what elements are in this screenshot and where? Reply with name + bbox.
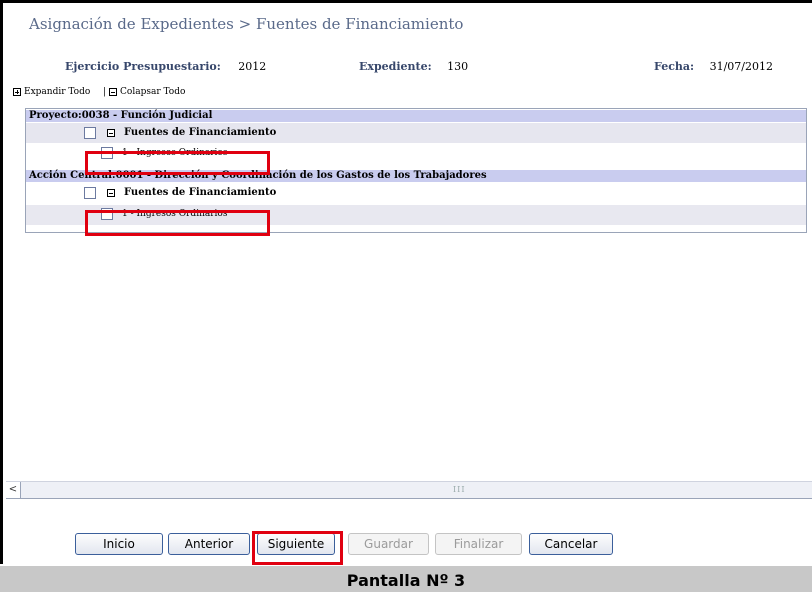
group-checkbox[interactable] (84, 127, 96, 139)
group-checkbox[interactable] (84, 187, 96, 199)
fecha-value: 31/07/2012 (709, 60, 773, 73)
collapse-node-icon[interactable] (107, 129, 115, 137)
collapse-node-icon[interactable] (107, 189, 115, 197)
expediente-label: Expediente: (359, 60, 432, 73)
horizontal-scrollbar[interactable]: < III (6, 481, 812, 499)
scroll-grip-icon[interactable]: III (453, 485, 465, 494)
tree-node-header: Proyecto:0038 - Función Judicial (26, 110, 806, 122)
separator: | (103, 87, 107, 97)
plus-box-icon (13, 88, 21, 96)
highlight-box (85, 151, 270, 175)
guardar-button[interactable]: Guardar (348, 533, 429, 555)
ejercicio-label: Ejercicio Presupuestario: (65, 60, 221, 73)
group-label: Fuentes de Financiamiento (124, 127, 277, 138)
figure-caption: Pantalla Nº 3 (0, 566, 812, 592)
tree-group-row: Fuentes de Financiamiento (26, 123, 806, 144)
collapse-all-label: Colapsar Todo (120, 87, 186, 97)
ejercicio-field: Ejercicio Presupuestario: 2012 (65, 60, 266, 73)
app-window: Asignación de Expedientes > Fuentes de F… (0, 0, 812, 567)
ejercicio-value: 2012 (238, 60, 267, 73)
page-title: Asignación de Expedientes > Fuentes de F… (29, 15, 464, 33)
button-bar: Inicio Anterior Siguiente Guardar Finali… (3, 527, 812, 567)
cancelar-button[interactable]: Cancelar (529, 533, 613, 555)
collapse-all-link[interactable]: | Colapsar Todo (103, 87, 185, 97)
group-label: Fuentes de Financiamiento (124, 187, 277, 198)
expediente-field: Expediente: 130 (359, 60, 468, 73)
anterior-button[interactable]: Anterior (168, 533, 250, 555)
fecha-field: Fecha: 31/07/2012 (654, 60, 773, 73)
minus-box-icon (109, 88, 118, 96)
scroll-left-arrow-icon[interactable]: < (6, 482, 21, 498)
expand-all-link[interactable]: Expandir Todo (13, 87, 90, 97)
expediente-value: 130 (447, 60, 469, 73)
fecha-label: Fecha: (654, 60, 695, 73)
expand-all-label: Expandir Todo (24, 87, 91, 97)
finalizar-button[interactable]: Finalizar (435, 533, 522, 555)
inicio-button[interactable]: Inicio (75, 533, 163, 555)
tree-group-row: Fuentes de Financiamiento (26, 183, 806, 204)
highlight-box (85, 210, 270, 236)
highlight-box (252, 531, 343, 565)
